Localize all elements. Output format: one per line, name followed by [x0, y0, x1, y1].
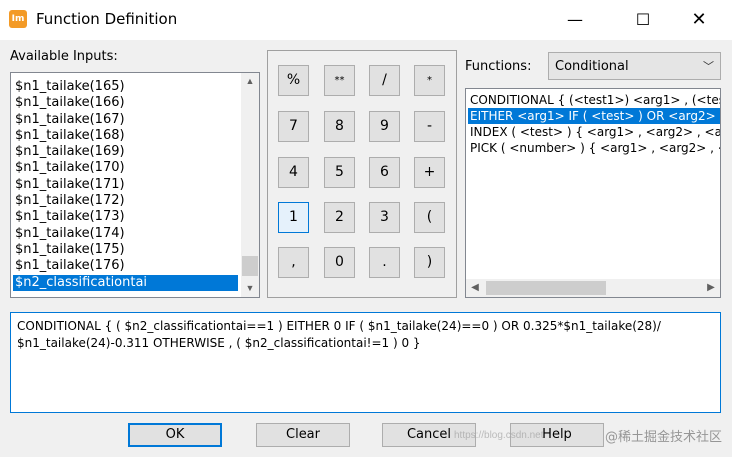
input-item[interactable]: $n1_tailake(176) [13, 258, 238, 274]
chevron-down-icon: ﹀ [703, 61, 714, 73]
key-3-button[interactable]: 3 [369, 202, 400, 233]
scroll-down-icon[interactable]: ▼ [241, 280, 259, 297]
title-bar: Im Function Definition — ☐ ✕ [0, 0, 732, 40]
inputs-vertical-scrollbar[interactable]: ▲ ▼ [241, 73, 259, 297]
input-item[interactable]: $n1_tailake(166) [13, 95, 238, 111]
key-0-button[interactable]: 0 [324, 247, 355, 278]
key-minus-button[interactable]: - [414, 111, 445, 142]
function-item[interactable]: CONDITIONAL { (<test1>) <arg1> , (<test2 [468, 92, 720, 108]
close-button[interactable]: ✕ [676, 0, 722, 40]
input-item[interactable]: $n1_tailake(168) [13, 128, 238, 144]
expression-line-2: $n1_tailake(24)-0.311 OTHERWISE , ( $n2_… [17, 336, 421, 350]
watermark: @稀土掘金技术社区 [604, 430, 722, 445]
function-item[interactable]: EITHER <arg1> IF ( <test> ) OR <arg2> O [468, 108, 720, 124]
key-multiply-button[interactable]: * [414, 65, 445, 96]
input-item[interactable]: $n1_tailake(171) [13, 177, 238, 193]
functions-horizontal-scrollbar[interactable]: ◀ ▶ [466, 279, 720, 297]
input-item[interactable]: $n1_tailake(167) [13, 112, 238, 128]
ok-button[interactable]: OK [128, 423, 222, 447]
app-icon: Im [9, 10, 27, 28]
input-item[interactable]: $n1_tailake(170) [13, 160, 238, 176]
input-item[interactable]: $n1_tailake(174) [13, 226, 238, 242]
scroll-thumb[interactable] [242, 256, 258, 276]
function-item[interactable]: INDEX ( <test> ) { <arg1> , <arg2> , <ar… [468, 124, 720, 140]
scroll-thumb[interactable] [486, 281, 606, 295]
input-item[interactable]: $n1_tailake(165) [13, 79, 238, 95]
function-category-value: Conditional [555, 59, 629, 74]
input-item[interactable]: $n1_tailake(175) [13, 242, 238, 258]
function-category-select[interactable]: Conditional ﹀ [548, 52, 721, 80]
key-power-button[interactable]: ** [324, 65, 355, 96]
input-item[interactable]: $n1_tailake(169) [13, 144, 238, 160]
key-decimal-button[interactable]: . [369, 247, 400, 278]
window-title: Function Definition [36, 10, 178, 28]
key-5-button[interactable]: 5 [324, 157, 355, 188]
key-close-paren-button[interactable]: ) [414, 247, 445, 278]
available-inputs-list[interactable]: $n1_tailake(165) $n1_tailake(166) $n1_tail… [10, 72, 260, 298]
function-item[interactable]: PICK ( <number> ) { <arg1> , <arg2> , <a… [468, 140, 720, 156]
key-open-paren-button[interactable]: ( [414, 202, 445, 233]
available-inputs-items: $n1_tailake(165) $n1_tailake(166) $n1_tail… [13, 79, 238, 291]
expression-line-1: CONDITIONAL { ( $n2_classificationtai==1… [17, 319, 661, 333]
functions-list[interactable]: CONDITIONAL { (<test1>) <arg1> , (<test2… [465, 88, 721, 298]
available-inputs-label: Available Inputs: [10, 49, 118, 64]
scroll-right-icon[interactable]: ▶ [702, 279, 720, 297]
key-4-button[interactable]: 4 [278, 157, 309, 188]
functions-label: Functions: [465, 59, 532, 74]
functions-items: CONDITIONAL { (<test1>) <arg1> , (<test2… [468, 92, 720, 156]
key-plus-button[interactable]: + [414, 157, 445, 188]
key-divide-button[interactable]: / [369, 65, 400, 96]
operator-keypad: % ** / * 7 8 9- 4 5 6 +1 2 3 (, 0.) [267, 50, 457, 298]
scroll-left-icon[interactable]: ◀ [466, 279, 484, 297]
input-item[interactable]: $n2_classificationtai [13, 274, 238, 291]
minimize-button[interactable]: — [552, 0, 598, 40]
scroll-up-icon[interactable]: ▲ [241, 73, 259, 90]
key-comma-button[interactable]: , [278, 247, 309, 278]
key-1-button[interactable]: 1 [278, 202, 309, 233]
key-7-button[interactable]: 7 [278, 111, 309, 142]
key-8-button[interactable]: 8 [324, 111, 355, 142]
key-6-button[interactable]: 6 [369, 157, 400, 188]
key-percent-button[interactable]: % [278, 65, 309, 96]
input-item[interactable]: $n1_tailake(172) [13, 193, 238, 209]
dialog-body: Available Inputs: $n1_tailake(165) $n1_ta… [0, 40, 732, 457]
key-2-button[interactable]: 2 [324, 202, 355, 233]
clear-button[interactable]: Clear [256, 423, 350, 447]
input-item[interactable]: $n1_tailake(173) [13, 209, 238, 225]
expression-editor[interactable]: CONDITIONAL { ( $n2_classificationtai==1… [10, 312, 721, 413]
key-9-button[interactable]: 9 [369, 111, 400, 142]
maximize-button[interactable]: ☐ [620, 0, 666, 40]
watermark-url: https://blog.csdn.net [454, 430, 544, 441]
